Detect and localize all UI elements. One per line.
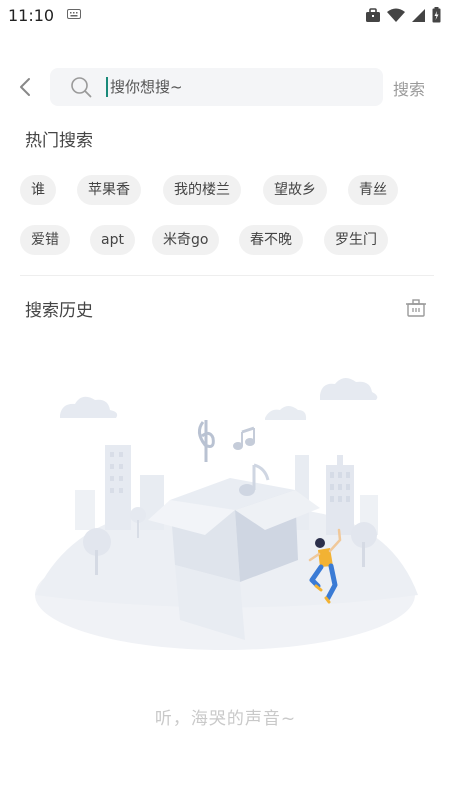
hot-tag[interactable]: 我的楼兰 <box>163 175 241 205</box>
hot-tag[interactable]: 青丝 <box>348 175 398 205</box>
briefcase-icon <box>366 7 380 22</box>
wifi-icon <box>387 8 405 22</box>
chevron-left-icon <box>20 78 30 96</box>
divider <box>20 275 434 276</box>
status-time: 11:10 <box>8 6 55 25</box>
text-cursor <box>106 77 108 97</box>
hot-tag[interactable]: apt <box>90 225 135 255</box>
hot-tag[interactable]: 爱错 <box>20 225 70 255</box>
hot-tag[interactable]: 望故乡 <box>263 175 327 205</box>
keyboard-icon <box>67 9 81 19</box>
hot-search-title: 热门搜索 <box>25 131 93 151</box>
empty-state-text: 听，海哭的声音~ <box>154 709 297 729</box>
battery-icon <box>432 7 441 23</box>
status-bar: 11:10 <box>0 0 451 32</box>
search-button[interactable]: 搜索 <box>393 76 425 100</box>
history-title: 搜索历史 <box>25 301 93 321</box>
search-box[interactable] <box>50 68 383 106</box>
clear-history-icon[interactable] <box>405 298 427 318</box>
status-icons <box>365 6 441 24</box>
back-button[interactable] <box>12 74 38 100</box>
hot-tag[interactable]: 谁 <box>20 175 56 205</box>
search-input[interactable] <box>110 68 370 106</box>
hot-tag[interactable]: 春不晚 <box>239 225 303 255</box>
empty-state-illustration <box>35 377 418 650</box>
signal-icon <box>412 8 425 22</box>
hot-tag[interactable]: 罗生门 <box>324 225 388 255</box>
search-bar: 搜索 <box>0 66 451 108</box>
search-icon <box>71 77 92 98</box>
hot-tag[interactable]: 苹果香 <box>77 175 141 205</box>
hot-tag[interactable]: 米奇go <box>152 225 220 255</box>
